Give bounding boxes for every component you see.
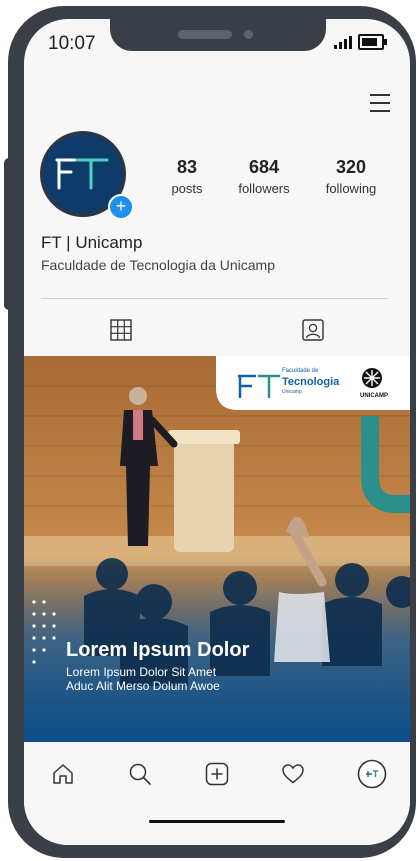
speaker-grille: [178, 30, 232, 39]
status-time: 10:07: [48, 33, 96, 54]
post-subline-2: Aduc Alit Merso Dolum Awoe: [66, 679, 220, 693]
search-icon[interactable]: [128, 762, 152, 791]
battery-icon: [358, 34, 387, 50]
stat-following-value: 320: [335, 157, 367, 177]
bottom-nav: [24, 742, 410, 845]
post-image[interactable]: Faculdade de Tecnologia Unicamp UNICAMP …: [24, 356, 410, 742]
stat-followers-label: followers: [238, 181, 290, 196]
tab-grid[interactable]: [110, 319, 132, 346]
add-story-icon[interactable]: +: [108, 194, 134, 220]
phone-screen: 10:07 + 83 posts 684 followers 320 follo…: [24, 19, 410, 845]
grid-icon: [110, 319, 132, 341]
stat-posts-label: posts: [171, 181, 203, 196]
profile-name: FT | Unicamp: [41, 233, 143, 252]
post-logo-main: Tecnologia: [282, 376, 340, 388]
signal-icon: [334, 36, 352, 49]
post-subline-1: Lorem Ipsum Dolor Sit Amet: [66, 665, 217, 679]
add-post-icon[interactable]: [205, 762, 229, 791]
home-indicator: [149, 820, 285, 823]
post-logo-small: Faculdade de: [282, 368, 319, 374]
stat-posts-value: 83: [176, 157, 198, 177]
tab-tagged[interactable]: [302, 319, 324, 346]
stat-followers[interactable]: 684 followers: [224, 157, 304, 196]
post-headline: Lorem Ipsum Dolor: [66, 639, 250, 661]
ft-logo-icon: [55, 158, 109, 190]
heart-icon[interactable]: [281, 762, 305, 791]
profile-description: Faculdade de Tecnologia da Unicamp: [41, 257, 276, 273]
front-camera: [244, 30, 253, 39]
stat-posts[interactable]: 83 posts: [147, 157, 227, 196]
home-icon[interactable]: [51, 762, 75, 791]
profile-avatar-icon[interactable]: [357, 759, 387, 794]
stat-following[interactable]: 320 following: [311, 157, 391, 196]
post-logo-unicamp: UNICAMP: [360, 393, 388, 399]
stat-followers-value: 684: [248, 157, 280, 177]
divider: [41, 298, 388, 299]
tagged-person-icon: [302, 319, 324, 341]
stat-following-label: following: [325, 181, 377, 196]
phone-notch: [110, 19, 326, 51]
menu-icon[interactable]: [370, 94, 390, 112]
post-logo-unicamp-small: Unicamp: [282, 389, 302, 395]
